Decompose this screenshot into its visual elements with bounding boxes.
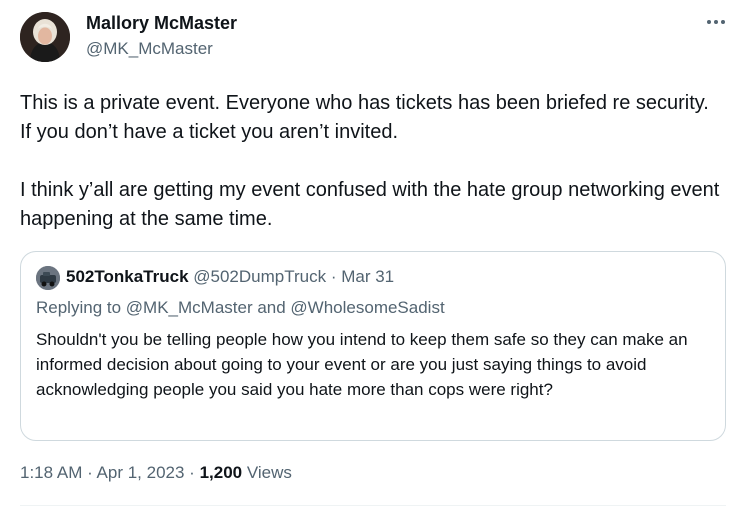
author-handle[interactable]: @MK_McMaster (86, 39, 213, 59)
quote-avatar (36, 266, 60, 290)
replying-and: and (252, 298, 291, 317)
views-label: Views (242, 463, 292, 482)
reply-mention-link[interactable]: @MK_McMaster (126, 298, 253, 317)
author-name[interactable]: Mallory McMaster (86, 13, 237, 34)
footer-separator: · (184, 463, 200, 482)
views-count: 1,200 (199, 463, 243, 482)
tweet-paragraph: This is a private event. Everyone who ha… (20, 92, 709, 143)
author-avatar[interactable] (20, 12, 70, 62)
quote-date: Mar 31 (341, 267, 395, 286)
footer-separator: · (82, 463, 97, 482)
quoted-tweet-card[interactable]: 502TonkaTruck @502DumpTruck · Mar 31 Rep… (20, 251, 726, 441)
reply-mention-link[interactable]: @WholesomeSadist (290, 298, 444, 317)
quote-separator: · (326, 267, 342, 286)
quote-replying-to: Replying to @MK_McMaster and @WholesomeS… (36, 298, 445, 318)
tweet-time-link[interactable]: 1:18 AM (20, 463, 82, 482)
tweet-date-link[interactable]: Apr 1, 2023 (97, 463, 185, 482)
quote-header: 502TonkaTruck @502DumpTruck · Mar 31 (66, 267, 394, 287)
quote-author-handle: @502DumpTruck (193, 267, 327, 286)
more-horizontal-icon[interactable] (703, 12, 729, 32)
replying-prefix: Replying to (36, 298, 126, 317)
tweet-paragraph: I think y’all are getting my event confu… (20, 179, 720, 230)
divider (20, 505, 726, 506)
tweet-timestamp-footer: 1:18 AM · Apr 1, 2023 · 1,200 Views (20, 463, 292, 483)
quote-body: Shouldn't you be telling people how you … (36, 330, 688, 399)
tweet-text: This is a private event. Everyone who ha… (20, 89, 720, 234)
quote-author-name: 502TonkaTruck (66, 267, 189, 286)
